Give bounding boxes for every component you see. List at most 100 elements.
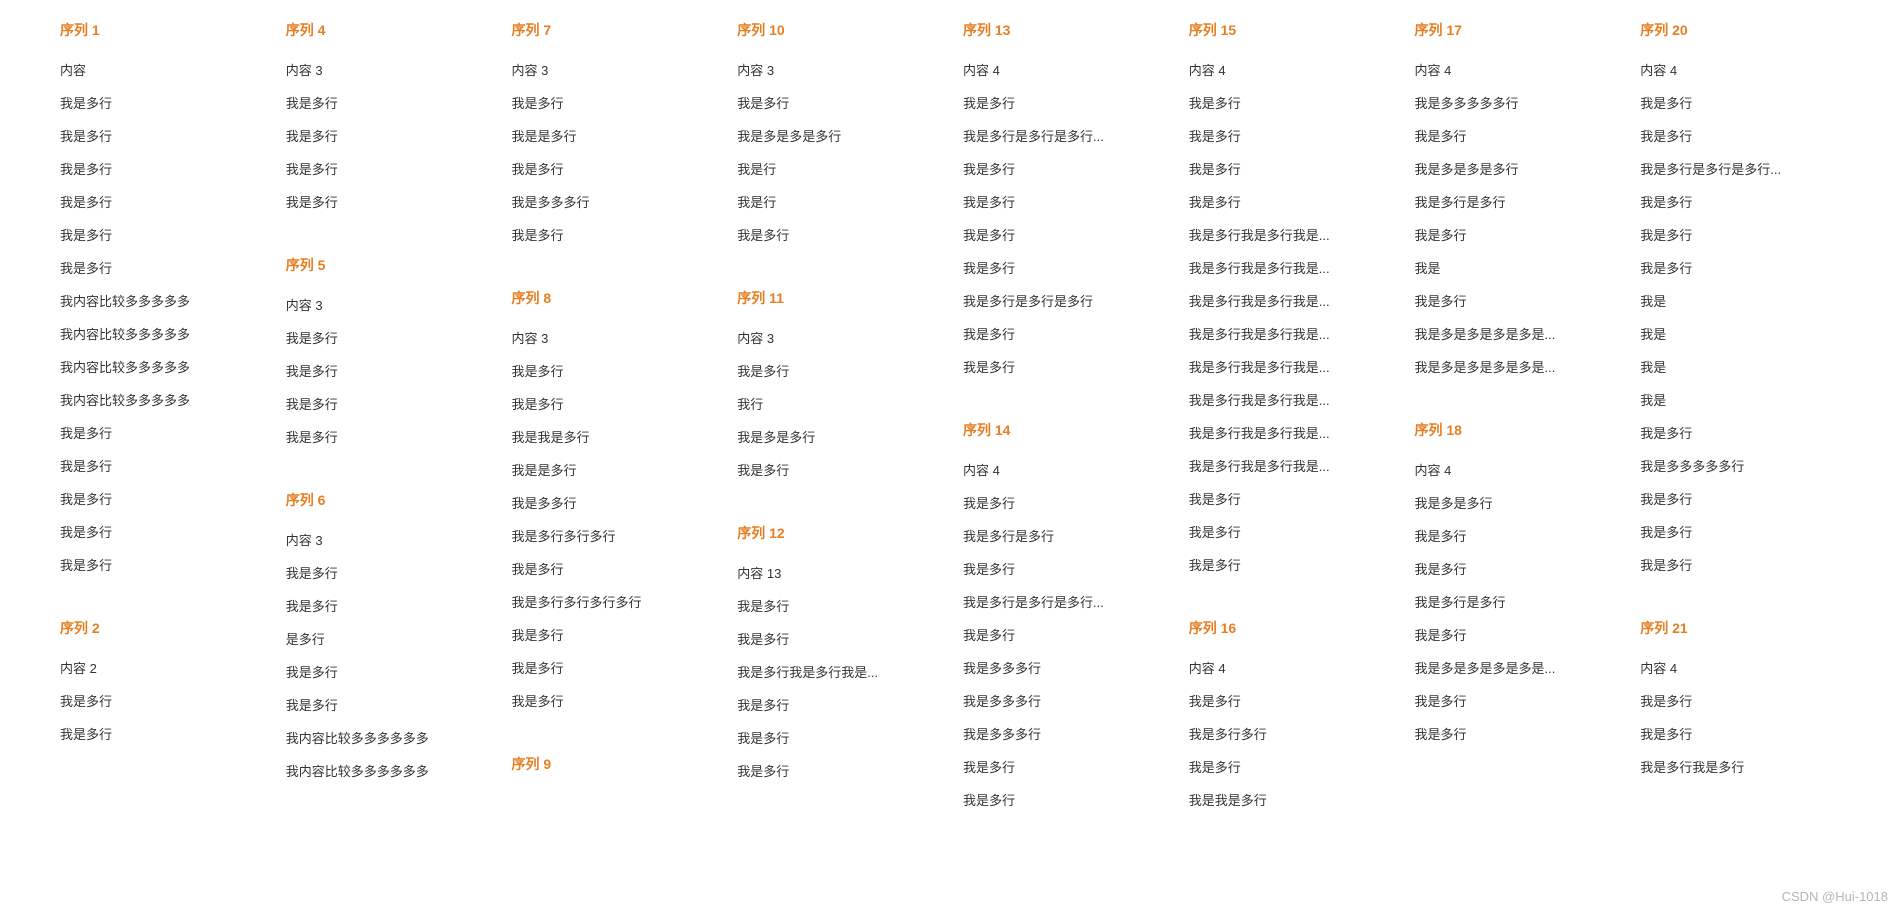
section-item: 内容 3 xyxy=(286,295,482,314)
section-title: 序列 11 xyxy=(737,288,933,308)
section-item: 我是多行 xyxy=(512,159,708,178)
section: 序列 1内容我是多行我是多行我是多行我是多行我是多行我是多行我内容比较多多多多多… xyxy=(60,20,256,588)
section-title: 序列 9 xyxy=(512,754,708,774)
section-item: 我是多行 xyxy=(1640,522,1836,541)
section-item: 我是行 xyxy=(737,159,933,178)
section-item: 我是多行 xyxy=(512,625,708,644)
section-item: 我是多行 xyxy=(60,522,256,541)
section-item: 我是多是多行 xyxy=(737,427,933,446)
section-item: 内容 3 xyxy=(737,60,933,79)
section-item: 我是多行 xyxy=(60,126,256,145)
section-item: 我是多行多行多行多行 xyxy=(512,592,708,611)
section-item: 我是多行 xyxy=(963,258,1159,277)
section-title: 序列 12 xyxy=(737,523,933,543)
section-item: 我是多行 xyxy=(963,625,1159,644)
section-item: 我是多行 xyxy=(60,489,256,508)
section-title: 序列 16 xyxy=(1189,618,1385,638)
section-item: 内容 3 xyxy=(286,530,482,549)
section-item: 我是多行 xyxy=(286,192,482,211)
section-title: 序列 10 xyxy=(737,20,933,40)
section-item: 我内容比较多多多多多 xyxy=(60,324,256,343)
section-title: 序列 2 xyxy=(60,618,256,638)
section-item: 我是多行 xyxy=(1640,555,1836,574)
section: 序列 10内容 3我是多行我是多是多是多行我是行我是行我是多行 xyxy=(737,20,933,258)
section: 序列 15内容 4我是多行我是多行我是多行我是多行我是多行我是多行我是...我是… xyxy=(1189,20,1385,588)
section-item: 我是多是多是多行 xyxy=(1415,159,1611,178)
section-title: 序列 13 xyxy=(963,20,1159,40)
section-item: 我是多行我是多行我是... xyxy=(1189,291,1385,310)
section-item: 内容 4 xyxy=(1189,658,1385,677)
section-item: 我是多行 xyxy=(1189,757,1385,776)
section-item: 我是多行 xyxy=(1189,126,1385,145)
section: 序列 8内容 3我是多行我是多行我是我是多行我是是多行我是多多行我是多行多行多行… xyxy=(512,288,708,724)
section: 序列 7内容 3我是多行我是是多行我是多行我是多多多行我是多行 xyxy=(512,20,708,258)
section-item: 我是多行 xyxy=(60,555,256,574)
section-item: 我是多行 xyxy=(1640,423,1836,442)
section-title: 序列 14 xyxy=(963,420,1159,440)
section-item: 我是多多多行 xyxy=(963,724,1159,743)
section-item: 我是多行 xyxy=(737,728,933,747)
section-item: 我是多行 xyxy=(737,629,933,648)
section-item: 我是多行 xyxy=(1415,291,1611,310)
section-item: 内容 xyxy=(60,60,256,79)
section-item: 内容 13 xyxy=(737,563,933,582)
section-item: 我是多行 xyxy=(963,757,1159,776)
section-item: 我是多行 xyxy=(286,394,482,413)
section-item: 我是多行是多行是多行... xyxy=(963,592,1159,611)
section-item: 我是多行 xyxy=(737,361,933,380)
section-item: 我是多行我是多行我是... xyxy=(1189,423,1385,442)
section-item: 我是多行 xyxy=(1189,93,1385,112)
section-item: 我是多行 xyxy=(963,493,1159,512)
section: 序列 9 xyxy=(512,754,708,794)
section-item: 我是多行 xyxy=(737,596,933,615)
section-title: 序列 1 xyxy=(60,20,256,40)
section-item: 我内容比较多多多多多多 xyxy=(286,761,482,780)
section-item: 我是多是多行 xyxy=(1415,493,1611,512)
section-item: 我是是多行 xyxy=(512,126,708,145)
section-item: 我是多多多多多行 xyxy=(1415,93,1611,112)
section-title: 序列 4 xyxy=(286,20,482,40)
section-item: 我是多行 xyxy=(60,724,256,743)
section-title: 序列 18 xyxy=(1415,420,1611,440)
section-item: 我是多行 xyxy=(286,93,482,112)
section: 序列 11内容 3我是多行我行我是多是多行我是多行 xyxy=(737,288,933,493)
section-item: 我是多多多多多行 xyxy=(1640,456,1836,475)
section-item: 我是多行 xyxy=(1640,192,1836,211)
section-item: 我是多行 xyxy=(1640,489,1836,508)
section-item: 我是多行是多行是多行 xyxy=(963,291,1159,310)
section-item: 我是多行 xyxy=(60,423,256,442)
section: 序列 4内容 3我是多行我是多行我是多行我是多行 xyxy=(286,20,482,225)
section-item: 我是多行我是多行我是... xyxy=(1189,258,1385,277)
section-title: 序列 15 xyxy=(1189,20,1385,40)
section-item: 我是多行 xyxy=(286,563,482,582)
section-item: 我是多行 xyxy=(737,695,933,714)
section-item: 我是多行 xyxy=(1640,93,1836,112)
section: 序列 20内容 4我是多行我是多行我是多行是多行是多行...我是多行我是多行我是… xyxy=(1640,20,1836,588)
section-title: 序列 17 xyxy=(1415,20,1611,40)
section-item: 我是多行 xyxy=(512,394,708,413)
section-item: 我内容比较多多多多多多 xyxy=(286,728,482,747)
section: 序列 5内容 3我是多行我是多行我是多行我是多行 xyxy=(286,255,482,460)
section-item: 我是多行 xyxy=(1189,691,1385,710)
section-item: 我是多行 xyxy=(512,691,708,710)
section-title: 序列 6 xyxy=(286,490,482,510)
section-item: 我是多行我是多行我是... xyxy=(1189,225,1385,244)
section: 序列 21内容 4我是多行我是多行我是多行我是多行 xyxy=(1640,618,1836,790)
section-item: 内容 3 xyxy=(286,60,482,79)
section-item: 我是多行是多行 xyxy=(1415,192,1611,211)
section-title: 序列 5 xyxy=(286,255,482,275)
section-item: 我是多行 xyxy=(963,559,1159,578)
section-item: 内容 4 xyxy=(963,460,1159,479)
section-item: 我是多行 xyxy=(1640,724,1836,743)
section-item: 我是多行 xyxy=(60,159,256,178)
section-item: 我是多行 xyxy=(60,456,256,475)
section-item: 我是多行是多行是多行... xyxy=(1640,159,1836,178)
section-item: 内容 2 xyxy=(60,658,256,677)
section-item: 我是多是多是多是多是... xyxy=(1415,658,1611,677)
section-item: 我是多行 xyxy=(1640,126,1836,145)
section-item: 我是多行我是多行我是... xyxy=(1189,456,1385,475)
section-item: 内容 4 xyxy=(1415,460,1611,479)
section-item: 我是多行 xyxy=(286,596,482,615)
section-item: 内容 4 xyxy=(1640,658,1836,677)
section-item: 我是多行 xyxy=(60,93,256,112)
